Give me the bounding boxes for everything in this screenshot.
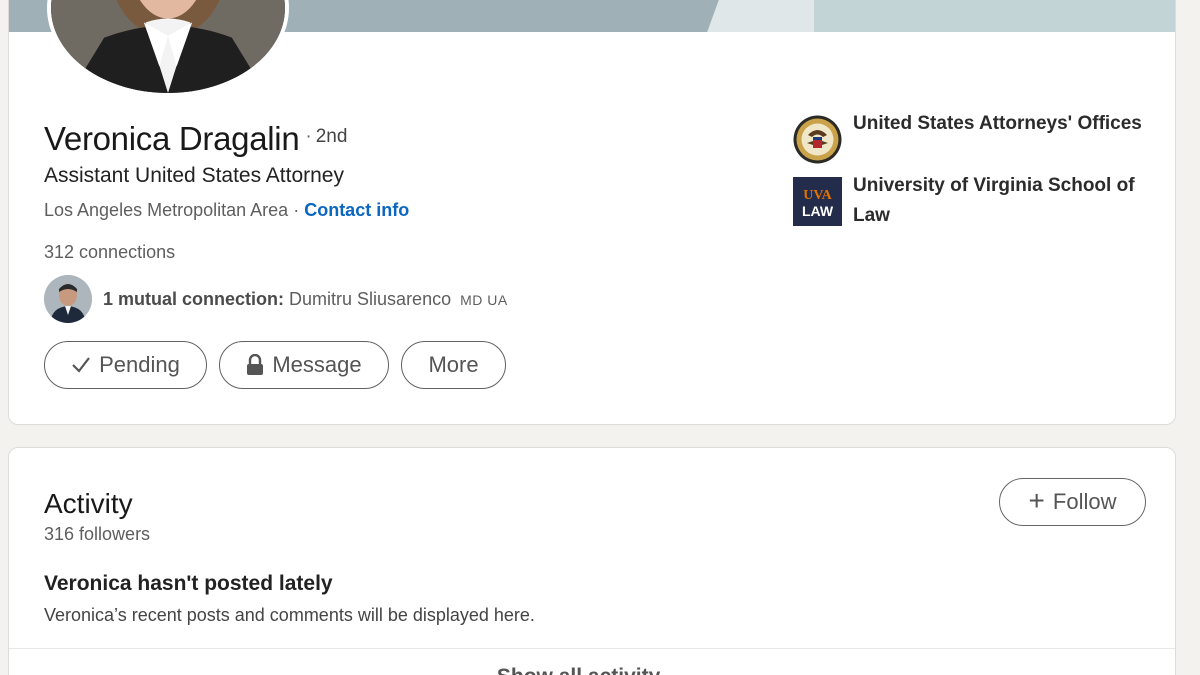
message-label: Message [272,352,362,377]
follow-button[interactable]: + Follow [999,478,1146,526]
mutual-connection-name: Dumitru Sliusarenco [289,288,452,309]
more-button[interactable]: More [401,341,506,389]
mutual-connection-label: 1 mutual connection: [103,288,285,309]
plus-icon: + [1028,485,1045,516]
organizations-list: United States Attorneys' Offices UVA LAW… [793,113,1173,244]
profile-photo[interactable] [47,0,289,97]
svg-text:UVA: UVA [803,188,832,203]
message-button[interactable]: Message [219,341,389,389]
divider [9,648,1175,649]
doj-seal-icon [793,115,842,164]
pending-button[interactable]: Pending [44,341,207,389]
pending-label: Pending [99,352,180,377]
mutual-connection-avatar [44,275,92,323]
checkmark-icon [71,356,91,374]
organization-item[interactable]: United States Attorneys' Offices [793,113,1173,164]
name-row: Veronica Dragalin · 2nd [44,120,347,158]
organization-item[interactable]: UVA LAW University of Virginia School of… [793,175,1173,231]
organization-name: United States Attorneys' Offices [853,113,1142,134]
profile-headline: Assistant United States Attorney [44,164,344,187]
degree-separator: · [305,126,312,147]
connection-degree: · 2nd [305,126,347,148]
profile-name: Veronica Dragalin [44,120,300,157]
degree-label: 2nd [315,126,348,147]
show-all-activity-link[interactable]: Show all activity → [9,665,1175,675]
contact-info-link[interactable]: Contact info [304,200,409,220]
mutual-connection[interactable]: 1 mutual connection: Dumitru Sliusarenco… [44,275,508,323]
more-label: More [428,352,479,377]
activity-empty-description: Veronica’s recent posts and comments wil… [44,605,535,625]
activity-heading: Activity [44,488,133,519]
mutual-connection-flags: MD UA [460,291,508,308]
profile-actions: Pending Message More [44,341,506,389]
activity-empty-title: Veronica hasn't posted lately [44,572,333,595]
connections-count[interactable]: 312 connections [44,242,175,263]
location-row: Los Angeles Metropolitan Area · Contact … [44,200,409,221]
lock-icon [246,354,264,376]
profile-location: Los Angeles Metropolitan Area [44,200,289,220]
mutual-connection-text: 1 mutual connection: Dumitru Sliusarenco… [103,289,508,310]
organization-name: University of Virginia School of Law [853,175,1135,226]
svg-text:LAW: LAW [802,203,834,219]
activity-card: Activity 316 followers + Follow Veronica… [8,447,1176,675]
profile-card: Veronica Dragalin · 2nd Assistant United … [8,0,1176,425]
followers-count: 316 followers [44,524,151,544]
location-separator: · [293,200,300,220]
follow-label: Follow [1052,489,1117,514]
uva-law-logo: UVA LAW [793,177,842,226]
